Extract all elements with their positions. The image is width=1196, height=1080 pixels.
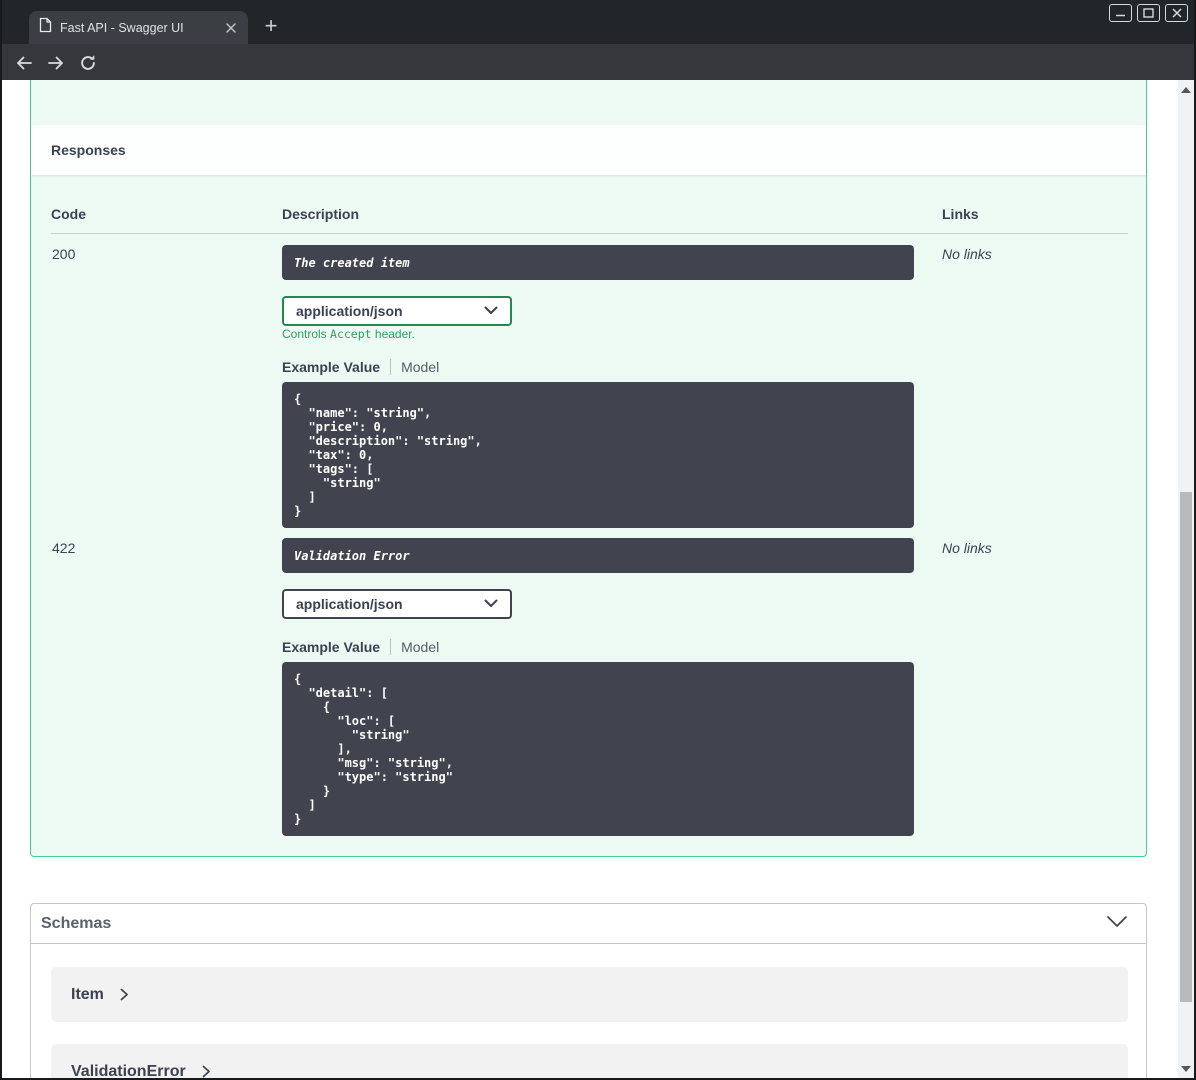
chevron-right-icon [202,1065,210,1078]
responses-opblock: Responses Code Description Links 200 No … [30,80,1147,857]
back-button[interactable] [14,53,34,73]
media-type-select-200[interactable]: application/json [282,296,512,326]
scrollbar-thumb[interactable] [1180,492,1192,1002]
reload-button[interactable] [78,53,98,73]
schema-item[interactable]: Item [51,967,1128,1022]
response-description-422: Validation Error [282,538,914,573]
tab-model[interactable]: Model [401,359,439,375]
page-scrollbar[interactable] [1178,80,1194,1080]
example-model-tabs-200: Example Value Model [282,358,439,376]
tab-example-value[interactable]: Example Value [282,639,380,655]
tab-separator [390,639,392,655]
scrollbar-up-arrow[interactable] [1181,87,1191,93]
response-description-200: The created item [282,245,914,280]
response-code-422: 422 [52,540,76,556]
window-border [0,0,2,1080]
schemas-header[interactable]: Schemas [31,904,1146,944]
browser-tab[interactable]: Fast API - Swagger UI [29,11,248,44]
schema-validationerror[interactable]: ValidationError [51,1044,1128,1080]
response-links-422: No links [942,540,992,556]
media-type-select-422[interactable]: application/json [282,589,512,619]
column-header-code: Code [51,206,86,222]
page-content: Responses Code Description Links 200 No … [0,80,1196,1080]
example-code-200: { "name": "string", "price": 0, "descrip… [282,382,914,528]
window-minimize-button[interactable] [1109,4,1132,22]
schemas-section: Schemas Item ValidationError [30,903,1147,1080]
response-code-200: 200 [52,246,76,262]
tab-close-icon[interactable] [222,19,240,37]
titlebar: Fast API - Swagger UI + [0,0,1196,44]
example-model-tabs-422: Example Value Model [282,638,439,656]
responses-section-header: Responses [31,125,1146,175]
page-favicon-icon [39,17,52,38]
tab-title: Fast API - Swagger UI [60,20,184,35]
chevron-right-icon [120,988,128,1001]
response-links-200: No links [942,246,992,262]
schemas-title: Schemas [41,914,112,932]
tab-model[interactable]: Model [401,639,439,655]
accept-header-note: Controls Accept header. [282,327,415,341]
new-tab-button[interactable]: + [258,14,284,40]
column-header-links: Links [942,206,979,222]
forward-button[interactable] [46,53,66,73]
table-header-divider [51,233,1128,234]
window-close-button[interactable] [1165,4,1188,22]
example-code-422: { "detail": [ { "loc": [ "string" ], "ms… [282,662,914,836]
window-maximize-button[interactable] [1137,4,1160,22]
chevron-down-icon [484,302,498,320]
scrollbar-down-arrow[interactable] [1181,1066,1191,1072]
browser-window: Fast API - Swagger UI + Responses Code D… [0,0,1196,1080]
chevron-down-icon [484,595,498,613]
browser-toolbar: 127.0.0.1:8000/docs [0,44,1196,120]
tab-example-value[interactable]: Example Value [282,359,380,375]
tab-separator [390,359,392,375]
column-header-description: Description [282,206,360,222]
schemas-collapse-chevron-icon[interactable] [1106,915,1128,933]
